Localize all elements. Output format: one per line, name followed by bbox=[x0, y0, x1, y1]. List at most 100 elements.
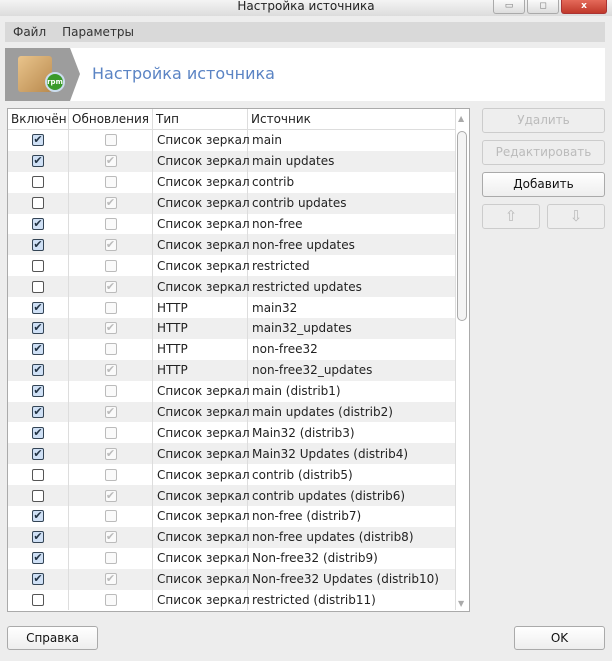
header-updates[interactable]: Обновления bbox=[69, 109, 153, 129]
enabled-cell: ✔ bbox=[8, 443, 69, 465]
table-row[interactable]: ✔ Список зеркал non-free (distrib7) bbox=[8, 506, 456, 527]
enabled-checkbox[interactable]: ✔ bbox=[32, 510, 44, 523]
enabled-checkbox[interactable] bbox=[32, 280, 44, 293]
close-button[interactable]: x bbox=[561, 0, 607, 14]
type-cell: Список зеркал bbox=[153, 526, 250, 548]
menu-params[interactable]: Параметры bbox=[54, 25, 142, 39]
updates-checkbox: ✔ bbox=[104, 196, 117, 210]
source-cell: contrib bbox=[248, 171, 456, 193]
enabled-checkbox[interactable]: ✔ bbox=[32, 406, 44, 419]
scroll-up-icon[interactable]: ▲ bbox=[458, 114, 464, 123]
enabled-checkbox[interactable] bbox=[32, 197, 44, 210]
header-source[interactable]: Источник bbox=[248, 109, 456, 129]
enabled-checkbox[interactable]: ✔ bbox=[32, 218, 44, 230]
table-row[interactable]: Список зеркал contrib (distrib5) bbox=[8, 464, 456, 486]
table-row[interactable]: ✔ Список зеркал Non-free32 (distrib9) bbox=[8, 547, 456, 569]
enabled-checkbox[interactable]: ✔ bbox=[32, 301, 44, 314]
table-row[interactable]: ✔ ✔ Список зеркал non-free updates (distrib… bbox=[8, 526, 456, 548]
updates-cell bbox=[69, 297, 153, 319]
table-row[interactable]: ✔ ✔ Список зеркал main updates (distrib2) bbox=[8, 401, 456, 423]
enabled-checkbox[interactable]: ✔ bbox=[32, 364, 44, 377]
table-row[interactable]: ✔ HTTP non-free32 bbox=[8, 338, 456, 360]
updates-checkbox bbox=[104, 552, 117, 565]
updates-checkbox bbox=[104, 510, 117, 523]
edit-button[interactable]: Редактировать bbox=[482, 140, 605, 165]
enabled-checkbox[interactable]: ✔ bbox=[32, 573, 44, 586]
enabled-cell: ✔ bbox=[8, 401, 69, 423]
header-banner: rpm Настройка источника bbox=[5, 48, 605, 101]
type-cell: Список зеркал bbox=[153, 401, 250, 423]
updates-checkbox: ✔ bbox=[104, 572, 117, 586]
maximize-button[interactable]: ◻ bbox=[527, 0, 559, 14]
table-row[interactable]: ✔ Список зеркал main (distrib1) bbox=[8, 380, 456, 402]
table-row[interactable]: ✔ Список зеркал non-free bbox=[8, 213, 456, 235]
type-cell: Список зеркал bbox=[153, 547, 250, 569]
table-row[interactable]: ✔ HTTP main32 bbox=[8, 297, 456, 319]
source-cell: restricted updates bbox=[248, 276, 456, 298]
enabled-checkbox[interactable]: ✔ bbox=[32, 343, 44, 356]
enabled-checkbox[interactable] bbox=[32, 259, 44, 272]
enabled-checkbox[interactable] bbox=[32, 176, 44, 189]
header-type[interactable]: Тип bbox=[153, 109, 248, 129]
table-row[interactable]: ✔ ✔ Список зеркал Non-free32 Updates (distr… bbox=[8, 568, 456, 590]
table-row[interactable]: ✔ Список зеркал main bbox=[8, 130, 456, 151]
enabled-checkbox[interactable] bbox=[32, 489, 44, 502]
move-down-button[interactable]: ⇩ bbox=[547, 204, 605, 229]
enabled-checkbox[interactable]: ✔ bbox=[32, 426, 44, 439]
minimize-button[interactable]: ▭ bbox=[493, 0, 525, 14]
source-cell: contrib updates (distrib6) bbox=[248, 485, 456, 507]
updates-checkbox bbox=[104, 176, 117, 189]
ok-button[interactable]: OK bbox=[514, 626, 605, 650]
enabled-checkbox[interactable]: ✔ bbox=[32, 322, 44, 335]
enabled-checkbox[interactable]: ✔ bbox=[32, 531, 44, 544]
add-button[interactable]: Добавить bbox=[482, 172, 605, 197]
updates-cell bbox=[69, 171, 153, 193]
enabled-cell bbox=[8, 171, 69, 193]
table-row[interactable]: ✔ Список зеркал contrib updates (distrib6) bbox=[8, 485, 456, 507]
table-row[interactable]: Список зеркал contrib bbox=[8, 171, 456, 193]
updates-cell: ✔ bbox=[69, 526, 153, 548]
table-row[interactable]: ✔ Список зеркал Main32 (distrib3) bbox=[8, 422, 456, 444]
header-enabled[interactable]: Включён bbox=[8, 109, 69, 129]
enabled-cell bbox=[8, 464, 69, 486]
enabled-checkbox[interactable]: ✔ bbox=[32, 385, 44, 398]
table-row[interactable]: ✔ ✔ Список зеркал Main32 Updates (distrib4) bbox=[8, 443, 456, 465]
updates-checkbox: ✔ bbox=[104, 154, 117, 168]
updates-cell: ✔ bbox=[69, 192, 153, 214]
enabled-cell bbox=[8, 276, 69, 298]
delete-button[interactable]: Удалить bbox=[482, 108, 605, 133]
enabled-cell bbox=[8, 192, 69, 214]
enabled-checkbox[interactable]: ✔ bbox=[32, 134, 44, 147]
enabled-checkbox[interactable]: ✔ bbox=[32, 155, 44, 168]
scroll-down-icon[interactable]: ▼ bbox=[458, 599, 464, 608]
updates-cell: ✔ bbox=[69, 568, 153, 590]
updates-cell bbox=[69, 255, 153, 277]
table-row[interactable]: ✔ ✔ Список зеркал main updates bbox=[8, 150, 456, 172]
help-button[interactable]: Справка bbox=[7, 626, 98, 650]
package-logo: rpm bbox=[5, 48, 80, 101]
table-row[interactable]: Список зеркал restricted bbox=[8, 255, 456, 277]
enabled-cell: ✔ bbox=[8, 547, 69, 569]
enabled-checkbox[interactable] bbox=[32, 594, 44, 607]
enabled-checkbox[interactable]: ✔ bbox=[32, 447, 44, 460]
table-row[interactable]: ✔ ✔ Список зеркал non-free updates bbox=[8, 234, 456, 256]
table-row[interactable]: ✔ Список зеркал restricted updates bbox=[8, 276, 456, 298]
table-row[interactable]: ✔ Список зеркал contrib updates bbox=[8, 192, 456, 214]
enabled-checkbox[interactable]: ✔ bbox=[32, 238, 44, 251]
updates-checkbox: ✔ bbox=[104, 321, 117, 335]
enabled-checkbox[interactable]: ✔ bbox=[32, 552, 44, 565]
updates-cell bbox=[69, 130, 153, 151]
move-up-button[interactable]: ⇧ bbox=[482, 204, 540, 229]
table-row[interactable]: ✔ ✔ HTTP main32_updates bbox=[8, 318, 456, 339]
type-cell: Список зеркал bbox=[153, 276, 250, 298]
updates-cell: ✔ bbox=[69, 401, 153, 423]
enabled-cell bbox=[8, 485, 69, 507]
source-cell: main32_updates bbox=[248, 318, 456, 339]
enabled-checkbox[interactable] bbox=[32, 468, 44, 481]
table-row[interactable]: ✔ ✔ HTTP non-free32_updates bbox=[8, 359, 456, 381]
table-row[interactable]: Список зеркал restricted (distrib11) bbox=[8, 589, 456, 611]
scrollbar-thumb[interactable] bbox=[457, 131, 467, 321]
vertical-scrollbar[interactable]: ▲ ▼ bbox=[456, 109, 469, 611]
menu-file[interactable]: Файл bbox=[5, 25, 54, 39]
updates-cell bbox=[69, 338, 153, 360]
